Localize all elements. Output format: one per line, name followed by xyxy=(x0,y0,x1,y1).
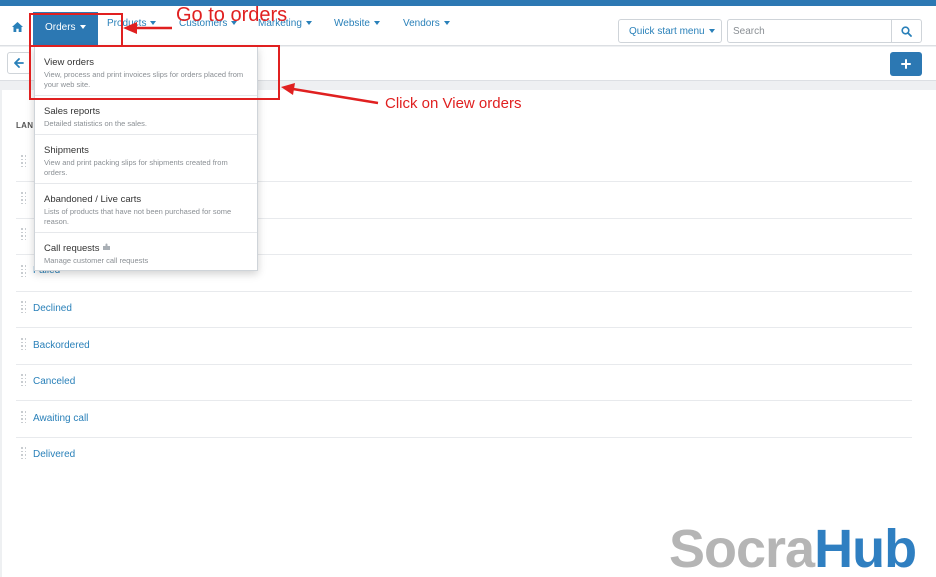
go-to-orders-annotation: Go to orders xyxy=(176,4,288,26)
arrow-to-orders xyxy=(123,22,172,34)
click-view-orders-annotation: Click on View orders xyxy=(385,95,522,112)
arrow-to-view-orders xyxy=(281,83,379,105)
annotation-arrows xyxy=(123,22,379,105)
